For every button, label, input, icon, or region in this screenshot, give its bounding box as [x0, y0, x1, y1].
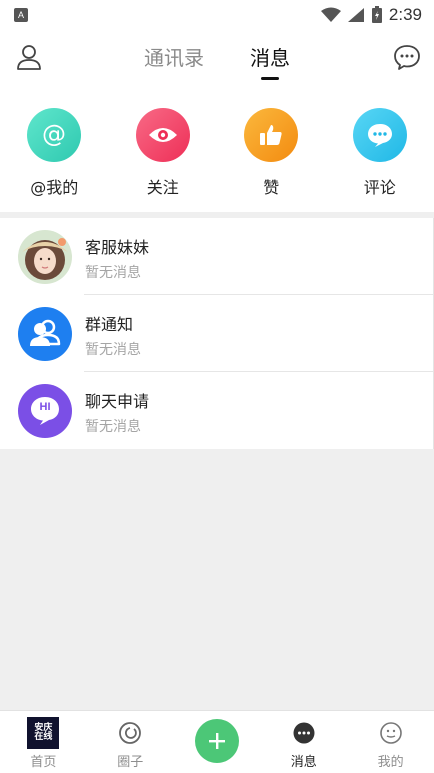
hi-text: HI — [18, 401, 72, 413]
hi-bubble-icon: HI — [18, 384, 72, 438]
conversation-title: 聊天申请 — [85, 388, 149, 412]
chat-bubble-icon — [392, 42, 422, 72]
eye-icon — [136, 108, 190, 162]
quick-actions: @ @我的 关注 赞 评论 — [0, 86, 434, 212]
tab-contacts-label: 通讯录 — [144, 46, 204, 70]
bottom-nav: 安庆在线 首页 圈子 消息 我的 — [0, 710, 434, 773]
tab-messages[interactable]: 消息 — [250, 30, 290, 86]
nav-label: 我的 — [378, 751, 404, 770]
conversation-list: 客服妹妹 暂无消息 群通知 暂无消息 HI 聊天申请 暂无消息 — [0, 218, 434, 449]
plus-icon — [195, 719, 239, 763]
active-tab-indicator — [261, 77, 279, 80]
conversation-customer-service[interactable]: 客服妹妹 暂无消息 — [0, 218, 433, 295]
tab-bar: 通讯录 消息 — [0, 30, 434, 86]
quick-action-comments[interactable]: 评论 — [326, 86, 434, 212]
nav-publish[interactable] — [174, 711, 261, 773]
nav-me[interactable]: 我的 — [347, 711, 434, 773]
conversation-preview: 暂无消息 — [85, 262, 141, 282]
quick-action-label: 评论 — [364, 174, 396, 198]
tab-contacts[interactable]: 通讯录 — [144, 30, 204, 86]
quick-action-follow[interactable]: 关注 — [109, 86, 218, 212]
conversation-chat-request[interactable]: HI 聊天申请 暂无消息 — [0, 372, 433, 449]
status-icons: 2:39 — [321, 4, 422, 26]
chat-button[interactable] — [392, 42, 422, 72]
app-notification-icon: A — [14, 8, 28, 22]
nav-label: 圈子 — [117, 751, 143, 770]
home-logo: 安庆在线 — [27, 717, 59, 749]
quick-action-likes[interactable]: 赞 — [217, 86, 326, 212]
quick-action-label: 关注 — [147, 174, 179, 198]
at-icon: @ — [27, 108, 81, 162]
nav-messages[interactable]: 消息 — [260, 711, 347, 773]
clock: 2:39 — [389, 5, 422, 25]
conversation-preview: 暂无消息 — [85, 339, 141, 359]
svg-text:@: @ — [42, 120, 66, 148]
battery-icon — [371, 6, 383, 24]
message-icon — [289, 718, 319, 748]
quick-action-label: 赞 — [263, 174, 279, 198]
thumbs-up-icon — [244, 108, 298, 162]
status-bar: A 2:39 — [0, 0, 434, 30]
conversation-preview: 暂无消息 — [85, 416, 141, 436]
tab-messages-label: 消息 — [250, 46, 290, 70]
circle-icon — [115, 718, 145, 748]
conversation-title: 客服妹妹 — [85, 234, 149, 258]
me-icon — [376, 718, 406, 748]
quick-action-mentions[interactable]: @ @我的 — [0, 86, 109, 212]
nav-label: 首页 — [30, 751, 56, 770]
conversation-group-notice[interactable]: 群通知 暂无消息 — [0, 295, 433, 372]
home-logo-text: 安庆在线 — [32, 724, 54, 742]
nav-home[interactable]: 安庆在线 首页 — [0, 711, 87, 773]
group-icon — [18, 307, 72, 361]
top-header: 通讯录 消息 — [0, 30, 434, 86]
signal-icon — [347, 7, 365, 23]
comment-icon — [353, 108, 407, 162]
nav-label: 消息 — [291, 751, 317, 770]
nav-circle[interactable]: 圈子 — [87, 711, 174, 773]
customer-service-avatar — [18, 230, 72, 284]
quick-action-label: @我的 — [30, 174, 78, 198]
conversation-title: 群通知 — [85, 311, 133, 335]
wifi-icon — [321, 7, 341, 23]
